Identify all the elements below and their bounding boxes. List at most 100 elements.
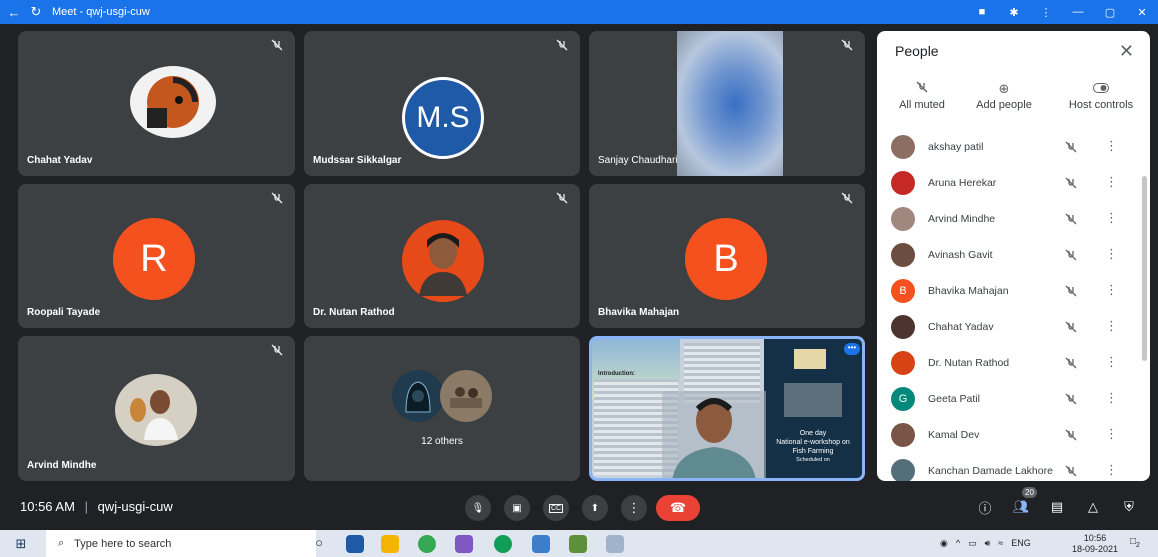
mic-off-icon[interactable] — [1065, 321, 1077, 333]
more-vert-icon[interactable]: ⋮ — [1105, 138, 1118, 154]
wifi-icon[interactable]: ≈ — [998, 538, 1003, 549]
taskbar-search[interactable]: ⌕ Type here to search — [46, 530, 316, 557]
participant-tile[interactable]: Chahat Yadav — [18, 31, 295, 176]
chevron-up-icon[interactable]: ^ — [956, 538, 960, 549]
mic-off-icon[interactable] — [1065, 213, 1077, 225]
people-button[interactable]: 👥︎ — [1011, 497, 1031, 517]
close-window-button[interactable]: ✕ — [1126, 6, 1158, 19]
notification-icon[interactable]: □2 — [1130, 536, 1140, 549]
add-people-button[interactable]: ⊕ Add people — [959, 81, 1049, 111]
mic-off-icon[interactable] — [1065, 465, 1077, 477]
participant-avatar — [891, 207, 915, 231]
captions-button[interactable]: CC — [543, 495, 569, 521]
back-arrow-icon[interactable]: ← — [6, 5, 22, 20]
mic-button[interactable]: 🎙︎ — [465, 495, 491, 521]
battery-icon[interactable]: ▭ — [968, 538, 977, 549]
language-indicator[interactable]: ENG — [1011, 538, 1031, 549]
camera-button[interactable]: ▣ — [504, 495, 530, 521]
taskbar-clock[interactable]: 10:56 18-09-2021 — [1072, 533, 1118, 555]
poster-text: One day National e-workshop on Fish Farm… — [776, 430, 850, 463]
maximize-button[interactable]: ▢ — [1094, 6, 1126, 19]
windows-start-icon[interactable]: ⊞ — [10, 536, 32, 552]
extensions-icon[interactable]: ✱ — [998, 6, 1030, 19]
window-title: Meet - qwj-usgi-cuw — [52, 6, 150, 18]
mic-off-icon[interactable] — [1065, 393, 1077, 405]
participant-tile[interactable]: Arvind Mindhe — [18, 336, 295, 481]
more-vert-icon[interactable]: ⋮ — [1105, 462, 1118, 478]
reload-icon[interactable]: ↻ — [28, 4, 44, 20]
more-options-button[interactable]: ⋮ — [621, 495, 647, 521]
participant-row[interactable]: Avinash Gavit ⋮ — [877, 237, 1139, 273]
mic-off-icon[interactable] — [1065, 285, 1077, 297]
avatar: M.S — [402, 77, 484, 159]
more-options-button[interactable]: ••• — [844, 343, 860, 355]
more-vert-icon[interactable]: ⋮ — [1105, 390, 1118, 406]
more-vert-icon[interactable]: ⋮ — [1105, 174, 1118, 190]
participant-tile[interactable]: B Bhavika Mahajan — [589, 184, 865, 328]
photos-icon[interactable] — [606, 535, 624, 553]
host-controls-shield-button[interactable]: ⛨ — [1119, 497, 1139, 517]
more-vert-icon[interactable]: ⋮ — [1105, 426, 1118, 442]
leave-call-button[interactable]: ☎ — [656, 495, 700, 521]
participant-row[interactable]: G Geeta Patil ⋮ — [877, 381, 1139, 417]
app-icon[interactable] — [569, 535, 587, 553]
people-tray-icon[interactable]: ◉ — [940, 538, 948, 549]
poster-intro: Introduction: — [598, 371, 635, 377]
present-button[interactable]: ⬆ — [582, 495, 608, 521]
participant-row[interactable]: Aruna Herekar ⋮ — [877, 165, 1139, 201]
captions-icon: CC — [548, 503, 564, 513]
participant-avatar: B — [891, 279, 915, 303]
close-panel-button[interactable]: ✕ — [1119, 41, 1134, 62]
participant-row[interactable]: Arvind Mindhe ⋮ — [877, 201, 1139, 237]
mic-off-icon[interactable] — [1065, 249, 1077, 261]
mic-icon: 🎙︎ — [471, 502, 485, 514]
panel-scrollbar[interactable] — [1142, 176, 1147, 361]
task-view-icon[interactable] — [346, 535, 364, 553]
app-icon[interactable] — [455, 535, 473, 553]
participant-row[interactable]: Kanchan Damade Lakhore ⋮ — [877, 453, 1139, 481]
more-vert-icon[interactable]: ⋮ — [1105, 354, 1118, 370]
college-logo — [794, 349, 826, 369]
participant-tile[interactable]: M.S Mudssar Sikkalgar — [304, 31, 580, 176]
mic-off-icon[interactable] — [1065, 357, 1077, 369]
participant-row[interactable]: Kamal Dev ⋮ — [877, 417, 1139, 453]
participant-tile[interactable]: Sanjay Chaudhari — [589, 31, 865, 176]
chrome-icon[interactable] — [418, 535, 436, 553]
skype-icon[interactable] — [532, 535, 550, 553]
participant-row[interactable]: akshay patil ⋮ — [877, 129, 1139, 165]
more-vert-icon[interactable]: ⋮ — [1105, 246, 1118, 262]
more-vert-icon[interactable]: ⋮ — [1105, 210, 1118, 226]
participant-tile-others[interactable]: 12 others — [304, 336, 580, 481]
all-muted-button[interactable]: All muted — [877, 81, 967, 111]
mic-off-icon[interactable] — [1065, 141, 1077, 153]
participant-row[interactable]: Dr. Nutan Rathod ⋮ — [877, 345, 1139, 381]
more-vert-icon[interactable]: ⋮ — [1105, 282, 1118, 298]
minimize-button[interactable]: — — [1062, 6, 1094, 18]
file-explorer-icon[interactable] — [381, 535, 399, 553]
camera-indicator-icon[interactable]: ■ — [966, 6, 998, 18]
person-photo-icon — [419, 233, 467, 296]
menu-dots-icon[interactable]: ⋮ — [1030, 6, 1062, 19]
mic-off-icon — [841, 39, 853, 51]
chat-icon: ▤ — [1050, 499, 1064, 514]
mic-off-icon — [556, 39, 568, 51]
volume-icon[interactable]: 🔊︎ — [985, 538, 991, 549]
participant-tile[interactable]: R Roopali Tayade — [18, 184, 295, 328]
chat-button[interactable]: ▤ — [1047, 497, 1067, 517]
more-vert-icon[interactable]: ⋮ — [1105, 318, 1118, 334]
mic-off-icon[interactable] — [1065, 177, 1077, 189]
person-photo-icon — [130, 390, 178, 440]
meeting-info: 10:56 AM | qwj-usgi-cuw — [20, 499, 173, 514]
participant-row[interactable]: B Bhavika Mahajan ⋮ — [877, 273, 1139, 309]
system-tray: ◉ ^ ▭ 🔊︎ ≈ ENG — [940, 538, 1031, 549]
activities-button[interactable]: △ — [1083, 497, 1103, 517]
host-controls-button[interactable]: Host controls — [1051, 81, 1150, 111]
cortana-icon[interactable]: ○ — [310, 535, 328, 553]
participant-row[interactable]: Chahat Yadav ⋮ — [877, 309, 1139, 345]
edge-icon[interactable] — [494, 535, 512, 553]
mic-off-icon[interactable] — [1065, 429, 1077, 441]
shield-icon: ⛨ — [1124, 499, 1134, 514]
meeting-details-button[interactable]: ⓘ — [975, 497, 995, 517]
participant-tile[interactable]: Dr. Nutan Rathod — [304, 184, 580, 328]
participant-tile-presenting[interactable]: Introduction: One day National e-worksho… — [589, 336, 865, 481]
